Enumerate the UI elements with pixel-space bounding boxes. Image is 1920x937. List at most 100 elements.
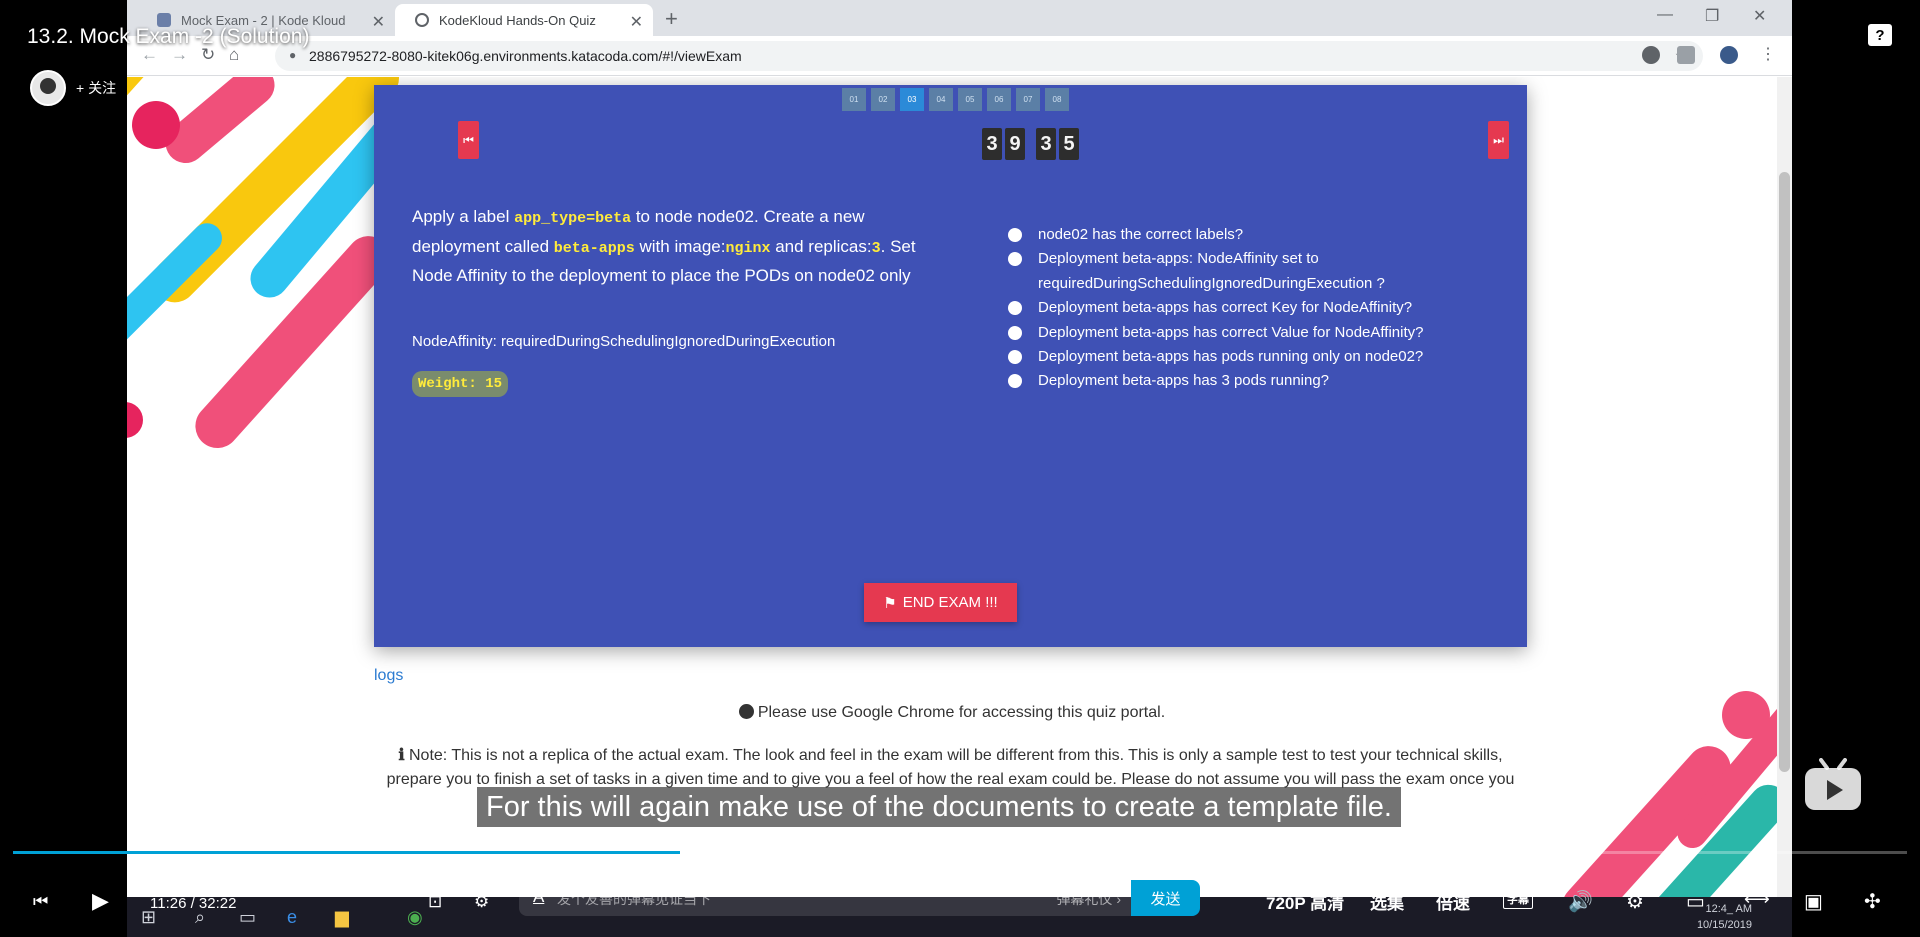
fullscreen-icon[interactable]: ✣ [1864, 889, 1881, 914]
exam-panel: 01 02 03 04 05 06 07 08 ⏮ ⏭ 3 9 3 5 Appl… [374, 85, 1527, 647]
video-subtitle: For this will again make use of the docu… [477, 787, 1401, 827]
danmaku-toggle-icon[interactable]: ⊡ [428, 892, 442, 912]
restore-icon[interactable]: ❐ [1705, 6, 1719, 26]
flag-icon: ⚑ [883, 594, 897, 612]
next-question-button[interactable]: ⏭ [1488, 121, 1509, 159]
disclaimer-text: Note: This is not a replica of the actua… [386, 747, 1515, 788]
disclaimer: ℹ Note: This is not a replica of the act… [374, 744, 1527, 792]
check-status-radio [1008, 228, 1022, 242]
question-text-part: and replicas: [770, 236, 872, 256]
question-chip[interactable]: 08 [1045, 88, 1069, 111]
info-icon: ℹ [398, 747, 409, 764]
quality-selector[interactable]: 720P 高清 [1266, 889, 1344, 914]
check-status-radio [1008, 374, 1022, 389]
video-player[interactable]: Mock Exam - 2 | Kode Kloud ✕ KodeKloud H… [0, 0, 1920, 937]
decor-stripe [127, 217, 229, 359]
help-icon[interactable]: ? [1868, 24, 1892, 46]
danmaku-settings-icon[interactable]: ⚙ [474, 892, 489, 912]
chrome-note: Please use Google Chrome for accessing t… [127, 704, 1777, 722]
browser-toolbar: ← → ↻ ⌂ ● 2886795272-8080-kitek06g.envir… [127, 36, 1792, 76]
video-progress-bar[interactable] [13, 851, 1907, 854]
previous-episode-icon[interactable]: ⏮ [33, 892, 48, 912]
check-label: Deployment beta-apps has pods running on… [1038, 348, 1424, 366]
check-item: node02 has the correct labels? [1008, 223, 1508, 247]
danmaku-input[interactable]: A 发个友善的弹幕见证当下 弹幕礼仪 › [519, 880, 1131, 916]
check-status-radio [1008, 350, 1022, 365]
countdown-timer: 3 9 3 5 [982, 128, 1079, 160]
question-chip[interactable]: 04 [929, 88, 953, 111]
uploader-avatar[interactable] [30, 70, 66, 106]
tab-hands-on-quiz[interactable]: KodeKloud Hands-On Quiz ✕ [395, 4, 653, 36]
label-code: app_type=beta [514, 210, 632, 227]
timer-digit: 5 [1059, 128, 1079, 160]
follow-button[interactable]: + 关注 [76, 78, 116, 98]
settings-gear-icon[interactable]: ⚙ [1626, 889, 1644, 914]
check-status-radio [1008, 325, 1022, 340]
picture-in-picture-icon[interactable]: ▭ [1686, 889, 1705, 914]
video-title: 13.2. Mock Exam -2 (Solution) [27, 25, 310, 48]
extension-icon[interactable] [1642, 46, 1660, 64]
logs-link[interactable]: logs [374, 667, 403, 685]
widescreen-icon[interactable]: ⟷ [1744, 889, 1770, 910]
check-label: Deployment beta-apps: NodeAffinity set t… [1038, 250, 1385, 292]
deployment-name-code: beta-apps [553, 239, 635, 257]
browser-tab-strip: Mock Exam - 2 | Kode Kloud ✕ KodeKloud H… [127, 0, 1792, 36]
danmaku-placeholder: 发个友善的弹幕见证当下 [557, 891, 711, 907]
tab-label: KodeKloud Hands-On Quiz [439, 12, 596, 28]
question-chip[interactable]: 01 [842, 88, 866, 111]
new-tab-icon[interactable]: + [665, 6, 678, 32]
volume-icon[interactable]: 🔊 [1568, 889, 1593, 914]
danmaku-etiquette-link[interactable]: 弹幕礼仪 › [1056, 889, 1121, 909]
skip-forward-icon: ⏭ [1493, 132, 1504, 147]
question-text-part: Apply a label [412, 207, 515, 226]
decor-dot [127, 402, 143, 438]
close-tab-icon[interactable]: ✕ [372, 12, 385, 32]
speed-button[interactable]: 倍速 [1436, 889, 1470, 914]
question-chip[interactable]: 02 [871, 88, 895, 111]
scrollbar-thumb[interactable] [1779, 172, 1790, 772]
minimize-icon[interactable]: — [1657, 6, 1673, 24]
check-status-radio [1008, 252, 1022, 267]
image-code: nginx [725, 239, 771, 257]
affinity-note: NodeAffinity: requiredDuringSchedulingIg… [412, 333, 836, 350]
bilibili-play-icon[interactable] [1803, 758, 1863, 812]
extension-icon[interactable] [1677, 46, 1695, 64]
web-fullscreen-icon[interactable]: ▣ [1804, 889, 1823, 914]
check-item: Deployment beta-apps: NodeAffinity set t… [1008, 247, 1508, 296]
question-chip[interactable]: 07 [1016, 88, 1040, 111]
end-exam-button[interactable]: ⚑ END EXAM !!! [864, 583, 1017, 622]
chrome-icon [738, 704, 754, 719]
question-chip[interactable]: 06 [987, 88, 1011, 111]
check-label: Deployment beta-apps has correct Value f… [1038, 323, 1424, 341]
episodes-button[interactable]: 选集 [1370, 889, 1404, 914]
close-tab-icon[interactable]: ✕ [630, 12, 643, 32]
player-controls: ⏮ ▶ 11:26 / 32:22 ⊡ ⚙ A 发个友善的弹幕见证当下 弹幕礼仪… [0, 880, 1920, 928]
check-item: Deployment beta-apps has correct Key for… [1008, 296, 1508, 320]
danmaku-style-icon[interactable]: A [533, 887, 544, 907]
check-label: Deployment beta-apps has correct Key for… [1038, 299, 1413, 317]
check-label: node02 has the correct labels? [1038, 226, 1244, 243]
profile-avatar-icon[interactable] [1720, 46, 1738, 64]
question-navigator: 01 02 03 04 05 06 07 08 [842, 88, 1069, 111]
address-bar[interactable]: ● 2886795272-8080-kitek06g.environments.… [275, 41, 1703, 71]
question-chip-active[interactable]: 03 [900, 88, 924, 111]
subtitle-toggle[interactable]: 字幕 [1503, 889, 1533, 909]
question-chip[interactable]: 05 [958, 88, 982, 111]
timer-digit: 9 [1005, 128, 1025, 160]
play-icon[interactable]: ▶ [92, 888, 109, 914]
question-text: Apply a label app_type=beta to node node… [412, 203, 932, 290]
check-list: node02 has the correct labels? Deploymen… [1008, 223, 1508, 394]
page-scrollbar[interactable] [1777, 77, 1792, 937]
avatar-head [40, 78, 56, 94]
replicas-code: 3 [871, 239, 881, 257]
playback-time: 11:26 / 32:22 [150, 895, 237, 912]
previous-question-button[interactable]: ⏮ [458, 121, 479, 159]
close-window-icon[interactable]: ✕ [1753, 6, 1766, 26]
check-item: Deployment beta-apps has correct Value f… [1008, 321, 1508, 345]
menu-kebab-icon[interactable]: ⋮ [1760, 44, 1776, 64]
chrome-note-text: Please use Google Chrome for accessing t… [757, 704, 1166, 721]
end-exam-label: END EXAM !!! [902, 594, 998, 611]
weight-badge: Weight: 15 [412, 371, 509, 397]
check-label: Deployment beta-apps has 3 pods running? [1038, 372, 1330, 390]
send-danmaku-button[interactable]: 发送 [1131, 880, 1200, 916]
